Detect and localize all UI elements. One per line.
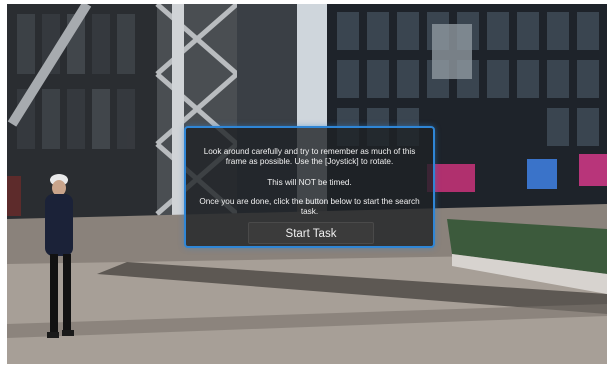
done-note: Once you are done, click the button belo… bbox=[199, 197, 420, 216]
colored-sign bbox=[527, 159, 557, 189]
panorama-view[interactable]: Look around carefully and try to remembe… bbox=[7, 4, 607, 364]
start-task-button[interactable]: Start Task bbox=[248, 222, 374, 244]
timing-note: This will NOT be timed. bbox=[267, 178, 352, 187]
instructions-text: Look around carefully and try to remembe… bbox=[203, 147, 416, 166]
instructions-dialog: Look around carefully and try to remembe… bbox=[184, 126, 435, 248]
colored-sign bbox=[579, 154, 607, 186]
